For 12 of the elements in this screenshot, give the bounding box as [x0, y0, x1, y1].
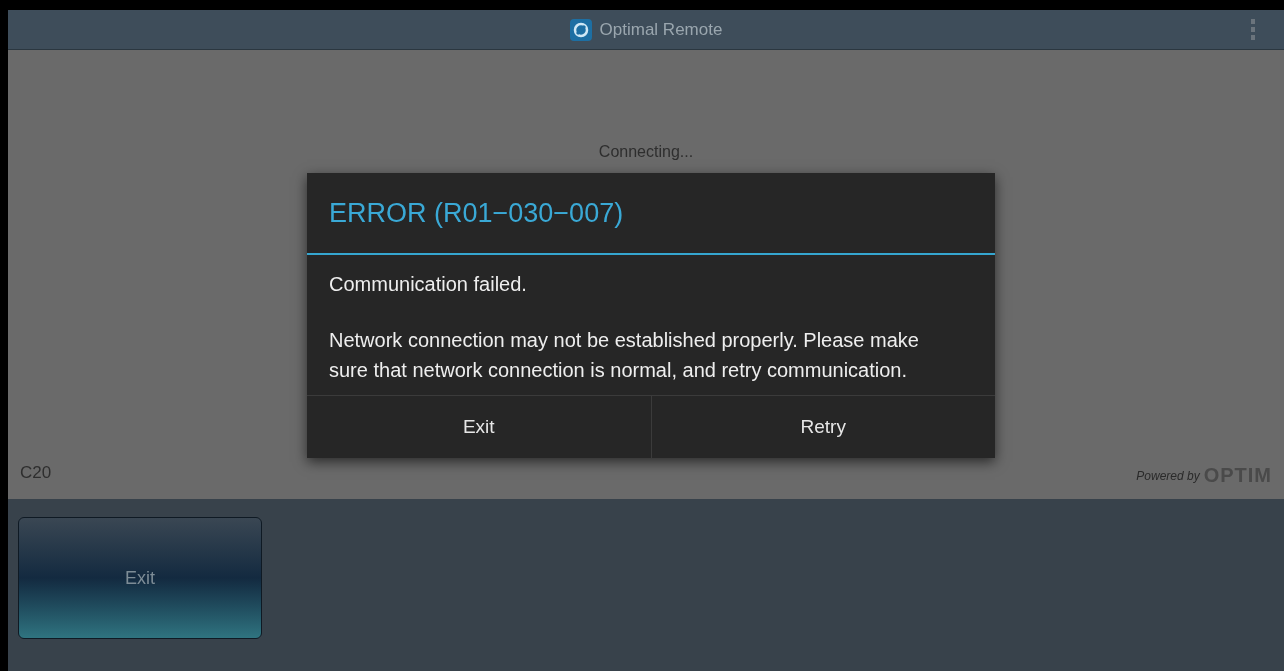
- dialog-message: Network connection may not be established properly. Please make sure that network connection is normal, and retry communication.: [329, 328, 920, 383]
- overflow-menu-icon[interactable]: [1250, 17, 1256, 42]
- dialog-button[interactable]: Retry: [650, 396, 995, 458]
- powered-by-text: Powered by: [1136, 468, 1200, 485]
- app-logo-icon: [569, 18, 592, 41]
- app-title: Optimal Remote: [599, 18, 723, 41]
- dialog-title: ERROR (R01−030−007): [329, 196, 624, 230]
- exit-button[interactable]: Exit: [18, 517, 262, 639]
- dialog-message: Communication failed.: [329, 272, 528, 297]
- device-code: C20: [20, 461, 52, 484]
- status-text: Connecting...: [598, 142, 694, 162]
- dialog-button[interactable]: Exit: [307, 396, 651, 458]
